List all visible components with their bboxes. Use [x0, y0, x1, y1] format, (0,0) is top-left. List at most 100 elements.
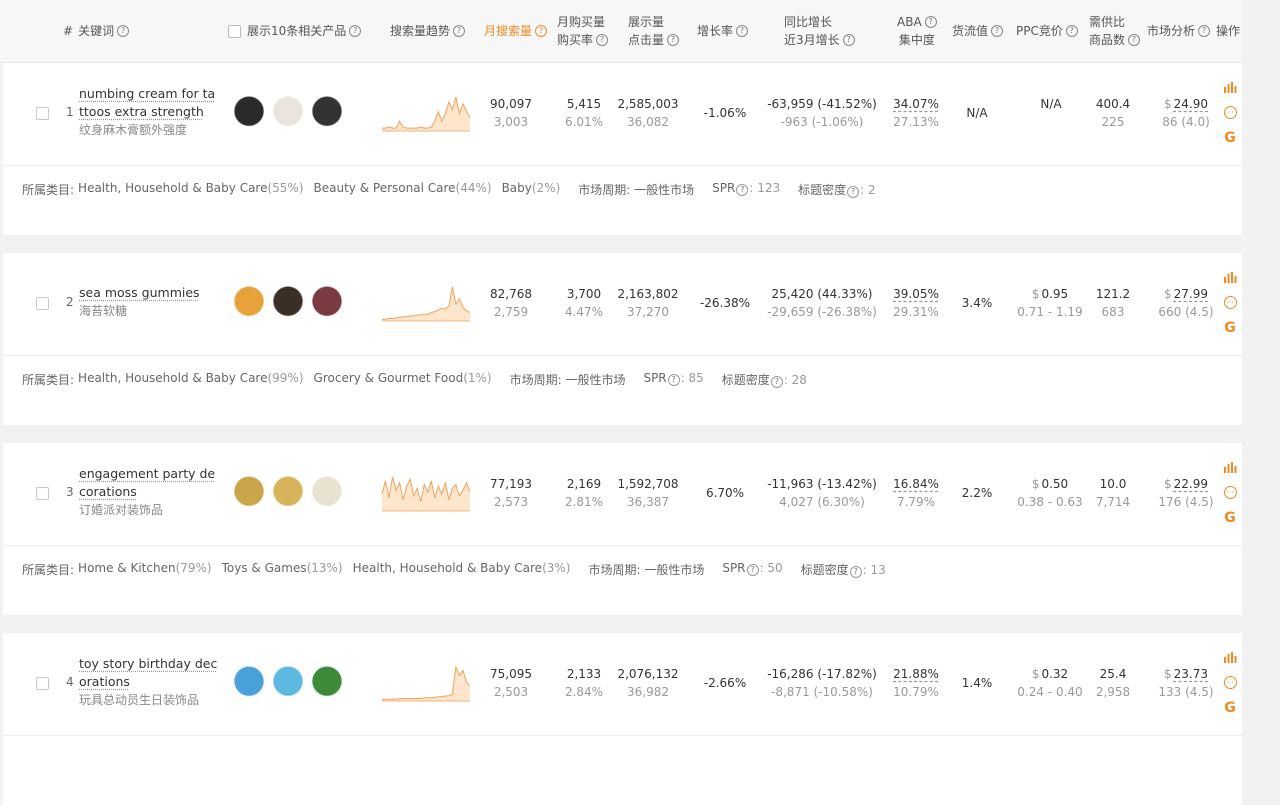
- help-icon: ?: [849, 566, 862, 578]
- header-keyword: # 关键词?: [63, 0, 130, 62]
- keyword-link[interactable]: engagement party decorations: [79, 465, 219, 501]
- product-thumbnail[interactable]: [311, 475, 343, 511]
- market-cell[interactable]: $22.99 176 (4.5): [1151, 475, 1221, 511]
- category-item[interactable]: Health, Household & Baby Care(55%): [78, 181, 303, 198]
- search-trend-sparkline[interactable]: [381, 93, 471, 133]
- market-cell[interactable]: $24.90 86 (4.0): [1151, 95, 1221, 131]
- category-item[interactable]: Beauty & Personal Care(44%): [314, 181, 492, 198]
- market-cell[interactable]: $23.73 133 (4.5): [1151, 665, 1221, 701]
- header-growth[interactable]: 增长率?: [697, 0, 749, 62]
- header-show-products[interactable]: 展示10条相关产品?: [228, 0, 362, 62]
- search-trend-sparkline[interactable]: [381, 473, 471, 513]
- header-ppc[interactable]: PPC竞价?: [1016, 0, 1078, 62]
- search-trend-sparkline[interactable]: [381, 663, 471, 703]
- google-icon[interactable]: G: [1221, 125, 1239, 150]
- row-checkbox[interactable]: [36, 677, 49, 690]
- aba-cell[interactable]: 16.84% 7.79%: [888, 475, 944, 511]
- ppc-cell[interactable]: N/A: [1013, 95, 1087, 113]
- product-thumbnail[interactable]: [272, 665, 304, 701]
- header-market: 市场分析?: [1147, 0, 1211, 62]
- more-options-icon[interactable]: ···: [1221, 480, 1239, 505]
- spr-value: SPR?: 123: [712, 181, 781, 196]
- category-info: 所属类目: Home & Kitchen(79%) Toys & Games(13%…: [22, 561, 896, 578]
- product-thumbnail[interactable]: [272, 95, 304, 131]
- category-label: 所属类目:: [22, 183, 75, 197]
- keyword-translation: 海苔软糖: [79, 304, 128, 318]
- google-icon[interactable]: G: [1221, 315, 1239, 340]
- row-actions: ··· G: [1221, 645, 1239, 720]
- product-thumbnail[interactable]: [311, 95, 343, 131]
- row-checkbox[interactable]: [36, 107, 49, 120]
- header-yoy[interactable]: 同比增长 近3月增长?: [784, 0, 855, 62]
- header-flow[interactable]: 货流值?: [952, 0, 1004, 62]
- impressions-cell: 2,076,132 36,982: [617, 667, 679, 699]
- title-density: 标题密度?: 28: [721, 373, 807, 388]
- aba-cell[interactable]: 21.88% 10.79%: [888, 665, 944, 701]
- row-checkbox[interactable]: [36, 297, 49, 310]
- product-thumbnail[interactable]: [233, 95, 265, 131]
- product-thumbnail[interactable]: [233, 285, 265, 321]
- aba-cell[interactable]: 34.07% 27.13%: [888, 95, 944, 131]
- row-checkbox[interactable]: [36, 487, 49, 500]
- header-impressions[interactable]: 展示量 点击量?: [628, 0, 680, 62]
- title-density: 标题密度?: 2: [798, 183, 876, 198]
- header-supply[interactable]: 需供比 商品数?: [1089, 0, 1141, 62]
- keyword-link[interactable]: toy story birthday decorations: [79, 655, 219, 691]
- google-icon[interactable]: G: [1221, 695, 1239, 720]
- product-thumbnail[interactable]: [272, 285, 304, 321]
- market-cycle: 市场周期: 一般性市场: [578, 183, 695, 197]
- search-trend-sparkline[interactable]: [381, 283, 471, 323]
- ppc-cell[interactable]: $0.32 0.24 - 0.40: [1013, 665, 1087, 701]
- impressions-cell: 1,592,708 36,387: [617, 477, 679, 509]
- help-icon: ?: [842, 34, 855, 46]
- more-options-icon[interactable]: ···: [1221, 290, 1239, 315]
- ppc-cell[interactable]: $0.50 0.38 - 0.63: [1013, 475, 1087, 511]
- supply-cell: 400.4 225: [1095, 97, 1131, 129]
- spr-value: SPR?: 50: [722, 561, 783, 576]
- product-thumbnail[interactable]: [233, 475, 265, 511]
- chart-bars-icon[interactable]: [1221, 645, 1239, 670]
- category-label: 所属类目:: [22, 563, 75, 577]
- product-thumbnail[interactable]: [233, 665, 265, 701]
- product-thumbnail[interactable]: [311, 285, 343, 321]
- category-item[interactable]: Home & Kitchen(79%): [78, 561, 212, 578]
- header-monthly-buy[interactable]: 月购买量 购买率?: [557, 0, 609, 62]
- product-thumbnail[interactable]: [311, 665, 343, 701]
- product-thumbnail[interactable]: [272, 475, 304, 511]
- help-icon: ?: [596, 34, 609, 46]
- chart-bars-icon[interactable]: [1221, 75, 1239, 100]
- category-item[interactable]: Baby(2%): [502, 181, 561, 198]
- help-icon: ?: [991, 25, 1004, 37]
- chart-bars-icon[interactable]: [1221, 265, 1239, 290]
- ppc-cell[interactable]: $0.95 0.71 - 1.19: [1013, 285, 1087, 321]
- google-icon[interactable]: G: [1221, 505, 1239, 530]
- category-item[interactable]: Toys & Games(13%): [222, 561, 343, 578]
- help-icon: ?: [736, 25, 749, 37]
- sparkline-area: [382, 667, 470, 701]
- header-aba[interactable]: ABA? 集中度: [897, 0, 937, 62]
- help-icon: ?: [453, 25, 466, 37]
- header-monthly-search[interactable]: 月搜索量?: [484, 0, 548, 62]
- product-thumbnails: [233, 95, 350, 131]
- help-icon: ?: [736, 184, 749, 196]
- category-item[interactable]: Grocery & Gourmet Food(1%): [314, 371, 492, 388]
- help-icon: ?: [1198, 25, 1211, 37]
- market-cycle: 市场周期: 一般性市场: [509, 373, 626, 387]
- row-actions: ··· G: [1221, 455, 1239, 530]
- monthly-search-cell: 90,097 3,003: [490, 97, 532, 129]
- keyword-link[interactable]: sea moss gummies: [79, 284, 219, 302]
- chart-bars-icon[interactable]: [1221, 455, 1239, 480]
- help-icon: ?: [535, 25, 548, 37]
- row-index: 3: [66, 485, 74, 499]
- more-options-icon[interactable]: ···: [1221, 100, 1239, 125]
- keyword-link[interactable]: numbing cream for tattoos extra strength: [79, 85, 219, 121]
- category-item[interactable]: Health, Household & Baby Care(99%): [78, 371, 303, 388]
- category-item[interactable]: Health, Household & Baby Care(3%): [353, 561, 571, 578]
- more-options-icon[interactable]: ···: [1221, 670, 1239, 695]
- market-cell[interactable]: $27.99 660 (4.5): [1151, 285, 1221, 321]
- aba-cell[interactable]: 39.05% 29.31%: [888, 285, 944, 321]
- table-header: # 关键词? 展示10条相关产品? 搜索量趋势? 月搜索量? 月购买量 购买率? …: [0, 0, 1242, 63]
- keyword-row: 1 numbing cream for tattoos extra streng…: [3, 63, 1242, 235]
- title-density: 标题密度?: 13: [800, 563, 886, 578]
- show-products-checkbox[interactable]: [228, 24, 241, 38]
